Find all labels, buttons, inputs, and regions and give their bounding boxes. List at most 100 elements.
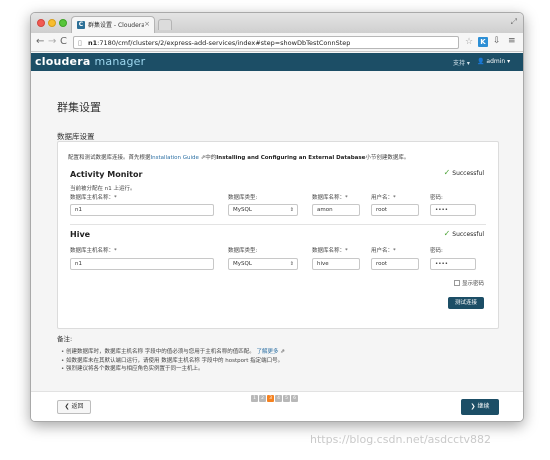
show-password-checkbox[interactable]: 显示密码 (453, 279, 484, 287)
next-chevron-icon: ❯ (470, 403, 476, 410)
activity-monitor-runs-on: 当前被分配在 n1 上运行。 (70, 186, 136, 192)
logo-word-cloudera: cloudera (35, 55, 91, 68)
back-arrow-icon[interactable]: ← (36, 36, 44, 48)
db-name-label: 数据库名称：* (312, 248, 348, 254)
watermark: https://blog.csdn.net/asdcctv882 (310, 433, 492, 446)
step-4: 4 (275, 395, 282, 402)
continue-button[interactable]: ❯ 继续 (461, 399, 499, 415)
test-connection-button[interactable]: 测试连接 (448, 297, 484, 309)
bookmark-star-icon[interactable]: ☆ (465, 37, 473, 47)
url-path: :7180/cmf/clusters/2/express-add-service… (97, 39, 351, 47)
back-label: 返回 (71, 403, 84, 410)
type-label: 数据库类型: (228, 195, 258, 201)
activity-monitor-user-input[interactable]: root (371, 204, 419, 216)
section-divider (70, 224, 486, 225)
step-2: 2 (259, 395, 266, 402)
tab-title: 群集设置 - Cloudera Manag (88, 22, 144, 29)
notes-title: 备注: (57, 335, 73, 343)
screenshot-stage: C 群集设置 - Cloudera Manag × ⤢ ← → C ▯ n1:7… (0, 0, 550, 460)
user-label: 用户名：* (371, 195, 396, 201)
host-label: 数据库主机名称：* (70, 248, 117, 254)
selected-type: MySQL (233, 207, 252, 213)
tab-strip: C 群集设置 - Cloudera Manag × ⤢ (31, 13, 523, 33)
note-item: 强烈建议将各个数据库与相应角色实例置于同一主机上。 (61, 365, 481, 374)
extension-k-icon[interactable]: K (478, 37, 488, 47)
cloudera-favicon-icon: C (77, 21, 85, 29)
address-bar[interactable]: ▯ n1:7180/cmf/clusters/2/express-add-ser… (73, 36, 459, 49)
checkmark-icon: ✓ (443, 168, 451, 177)
intro-post: 小节创建数据库。 (365, 155, 410, 161)
hive-title: Hive (70, 230, 91, 239)
close-window-icon[interactable] (37, 19, 45, 27)
page-icon: ▯ (78, 39, 82, 47)
database-panel: 配置和测试数据库连接。首先根据Installation Guide ⇗中的Ins… (57, 141, 499, 329)
cloudera-manager-logo[interactable]: cloudera manager (35, 55, 145, 68)
person-icon: 👤 (477, 58, 485, 65)
url-text[interactable]: n1:7180/cmf/clusters/2/express-add-servi… (88, 39, 350, 47)
intro-text: 配置和测试数据库连接。首先根据Installation Guide ⇗中的Ins… (68, 153, 409, 161)
note-item: 创建数据库时，数据库主机名称 字段中的值必须与您用于主机名称的值匹配。 了解更多… (61, 348, 481, 357)
reload-icon[interactable]: C (60, 36, 67, 48)
hive-user-input[interactable]: root (371, 258, 419, 270)
note-item: 如数据库未在其默认端口运行，请使用 数据库主机名称 字段中的 hostport … (61, 357, 481, 366)
select-arrows-icon: ⇕ (289, 261, 294, 267)
step-5: 5 (283, 395, 290, 402)
step-3: 3 (267, 395, 274, 402)
browser-toolbar: ← → C ▯ n1:7180/cmf/clusters/2/express-a… (31, 33, 523, 52)
step-indicator: 123456 (251, 395, 299, 403)
hive-password-input[interactable]: •••• (430, 258, 476, 270)
activity-monitor-status: ✓ Successful (444, 168, 484, 177)
minimize-window-icon[interactable] (48, 19, 56, 27)
host-label: 数据库主机名称：* (70, 195, 117, 201)
db-name-label: 数据库名称：* (312, 195, 348, 201)
notes-list: 创建数据库时，数据库主机名称 字段中的值必须与您用于主机名称的值匹配。 了解更多… (61, 348, 481, 374)
support-menu[interactable]: 支持 ▾ (453, 58, 470, 67)
learn-more-link[interactable]: 了解更多 (257, 349, 279, 355)
activity-monitor-type-select[interactable]: MySQL ⇕ (228, 204, 298, 216)
installation-guide-link[interactable]: Installation Guide (151, 155, 199, 161)
main-content: 群集设置 数据库设置 配置和测试数据库连接。首先根据Installation G… (31, 71, 523, 421)
activity-monitor-title: Activity Monitor (70, 170, 143, 179)
browser-tab[interactable]: C 群集设置 - Cloudera Manag × (71, 16, 155, 33)
select-arrows-icon: ⇕ (289, 207, 294, 213)
hive-db-name-input[interactable]: hive (312, 258, 360, 270)
back-button[interactable]: ❮ 返回 (57, 400, 91, 414)
show-password-label: 显示密码 (461, 281, 484, 287)
url-host: n1 (88, 39, 98, 47)
continue-label: 继续 (477, 403, 490, 410)
tab-close-icon[interactable]: × (144, 20, 150, 28)
intro-pre: 配置和测试数据库连接。首先根据 (68, 155, 151, 161)
forward-arrow-icon[interactable]: → (48, 36, 56, 48)
note-text: 创建数据库时，数据库主机名称 字段中的值必须与您用于主机名称的值匹配。 (66, 349, 255, 355)
step-1: 1 (251, 395, 258, 402)
status-text: Successful (452, 231, 484, 238)
fullscreen-icon[interactable]: ⤢ (511, 17, 517, 27)
user-label: 用户名：* (371, 248, 396, 254)
checkmark-icon: ✓ (443, 229, 451, 238)
hive-host-input[interactable]: n1 (70, 258, 214, 270)
status-text: Successful (452, 170, 484, 177)
extension-pin-icon[interactable]: ⇩ (493, 36, 501, 46)
cloudera-header: cloudera manager 支持 ▾ 👤 admin ▾ (31, 53, 523, 71)
activity-monitor-host-input[interactable]: n1 (70, 204, 214, 216)
hive-status: ✓ Successful (444, 229, 484, 238)
activity-monitor-password-input[interactable]: •••• (430, 204, 476, 216)
maximize-window-icon[interactable] (59, 19, 67, 27)
logo-word-manager: manager (94, 55, 146, 68)
page-title: 群集设置 (57, 101, 101, 114)
back-chevron-icon: ❮ (64, 403, 70, 410)
wizard-footer: ❮ 返回 123456 ❯ 继续 (31, 391, 523, 421)
password-label: 密码: (430, 248, 443, 254)
browser-menu-icon[interactable]: ≡ (508, 36, 516, 46)
user-name: admin ▾ (486, 58, 511, 65)
user-menu[interactable]: 👤 admin ▾ (477, 58, 510, 65)
intro-bold: Installing and Configuring an External D… (216, 155, 366, 161)
hive-type-select[interactable]: MySQL ⇕ (228, 258, 298, 270)
checkbox-box[interactable] (453, 280, 460, 286)
selected-type: MySQL (233, 261, 252, 267)
step-6: 6 (291, 395, 298, 402)
intro-mid: 中的 (205, 155, 217, 161)
new-tab-button[interactable] (158, 19, 172, 30)
password-label: 密码: (430, 195, 443, 201)
activity-monitor-db-name-input[interactable]: amon (312, 204, 360, 216)
